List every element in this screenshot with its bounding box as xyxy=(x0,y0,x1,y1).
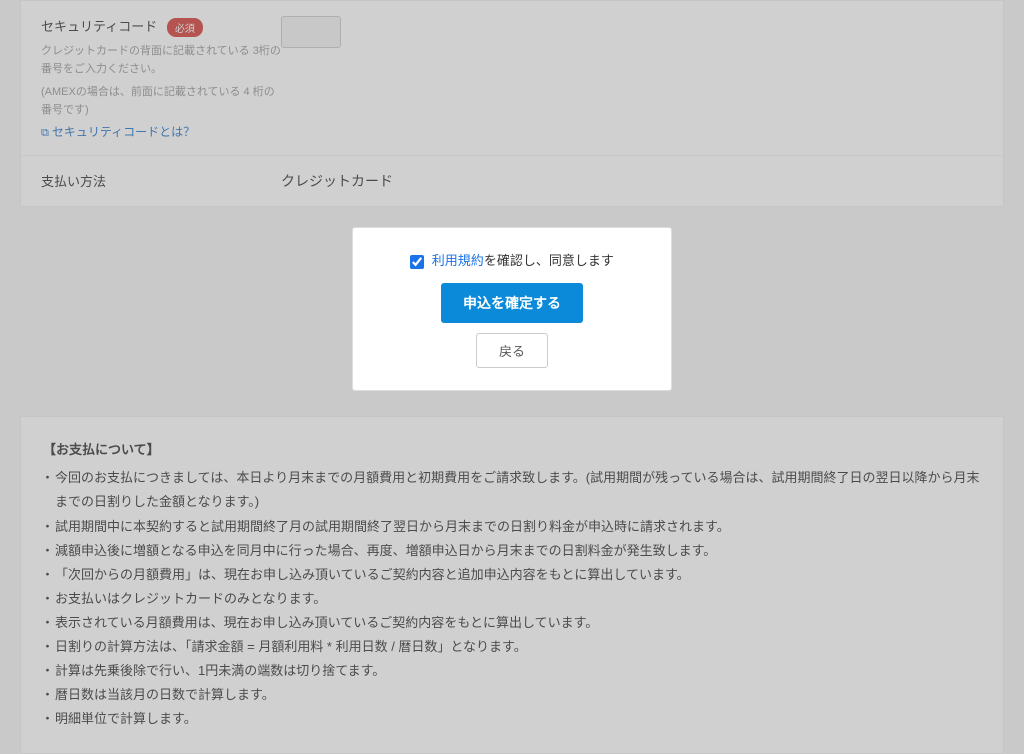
payment-form-section: セキュリティコード 必須 クレジットカードの背面に記載されている 3桁の番号をご… xyxy=(20,0,1004,207)
payment-info-title: 【お支払について】 xyxy=(43,439,981,458)
list-item: お支払いはクレジットカードのみとなります。 xyxy=(43,587,981,611)
back-button[interactable]: 戻る xyxy=(476,333,548,368)
terms-link[interactable]: 利用規約 xyxy=(432,253,484,268)
required-badge: 必須 xyxy=(167,18,203,37)
list-item: 減額申込後に増額となる申込を同月中に行った場合、再度、増額申込日から月末までの日… xyxy=(43,539,981,563)
security-code-value-col xyxy=(281,16,983,140)
list-item: 計算は先乗後除で行い、1円未満の端数は切り捨てます。 xyxy=(43,659,981,683)
security-code-label-col: セキュリティコード 必須 クレジットカードの背面に記載されている 3桁の番号をご… xyxy=(41,16,281,140)
terms-agree-row: 利用規約を確認し、同意します xyxy=(371,250,653,269)
security-code-help-1: クレジットカードの背面に記載されている 3桁の番号をご入力ください。 xyxy=(41,43,281,78)
security-code-help-2: (AMEXの場合は、前面に記載されている 4 桁の番号です) xyxy=(41,84,281,119)
security-code-label: セキュリティコード xyxy=(41,16,157,35)
payment-info-section: 【お支払について】 今回のお支払につきましては、本日より月末までの月額費用と初期… xyxy=(20,416,1004,754)
list-item: 暦日数は当該月の日数で計算します。 xyxy=(43,683,981,707)
list-item: 明細単位で計算します。 xyxy=(43,707,981,731)
payment-method-value: クレジットカード xyxy=(281,173,393,189)
payment-method-value-col: クレジットカード xyxy=(281,171,983,191)
external-link-icon: ⧉ xyxy=(41,127,49,140)
payment-method-label-col: 支払い方法 xyxy=(41,171,281,191)
list-item: 試用期間中に本契約すると試用期間終了月の試用期間終了翌日から月末までの日割り料金… xyxy=(43,515,981,539)
security-code-input[interactable] xyxy=(281,16,341,48)
confirm-card: 利用規約を確認し、同意します 申込を確定する 戻る xyxy=(352,227,672,391)
list-item: 今回のお支払につきましては、本日より月末までの月額費用と初期費用をご請求致します… xyxy=(43,466,981,514)
submit-button[interactable]: 申込を確定する xyxy=(441,283,583,323)
list-item: 「次回からの月額費用」は、現在お申し込み頂いているご契約内容と追加申込内容をもと… xyxy=(43,563,981,587)
list-item: 日割りの計算方法は、「請求金額 = 月額利用料 * 利用日数 / 暦日数」となり… xyxy=(43,635,981,659)
security-code-info-link-text: セキュリティコードとは？ xyxy=(52,125,195,139)
list-item: 表示されている月額費用は、現在お申し込み頂いているご契約内容をもとに算出していま… xyxy=(43,611,981,635)
payment-method-row: 支払い方法 クレジットカード xyxy=(21,155,1003,206)
security-code-row: セキュリティコード 必須 クレジットカードの背面に記載されている 3桁の番号をご… xyxy=(21,1,1003,155)
terms-agree-suffix: を確認し、同意します xyxy=(484,253,614,268)
security-code-info-link[interactable]: ⧉セキュリティコードとは？ xyxy=(41,123,195,140)
payment-info-list: 今回のお支払につきましては、本日より月末までの月額費用と初期費用をご請求致します… xyxy=(43,466,981,731)
terms-agree-checkbox[interactable] xyxy=(410,255,424,269)
payment-method-label: 支払い方法 xyxy=(41,171,106,190)
